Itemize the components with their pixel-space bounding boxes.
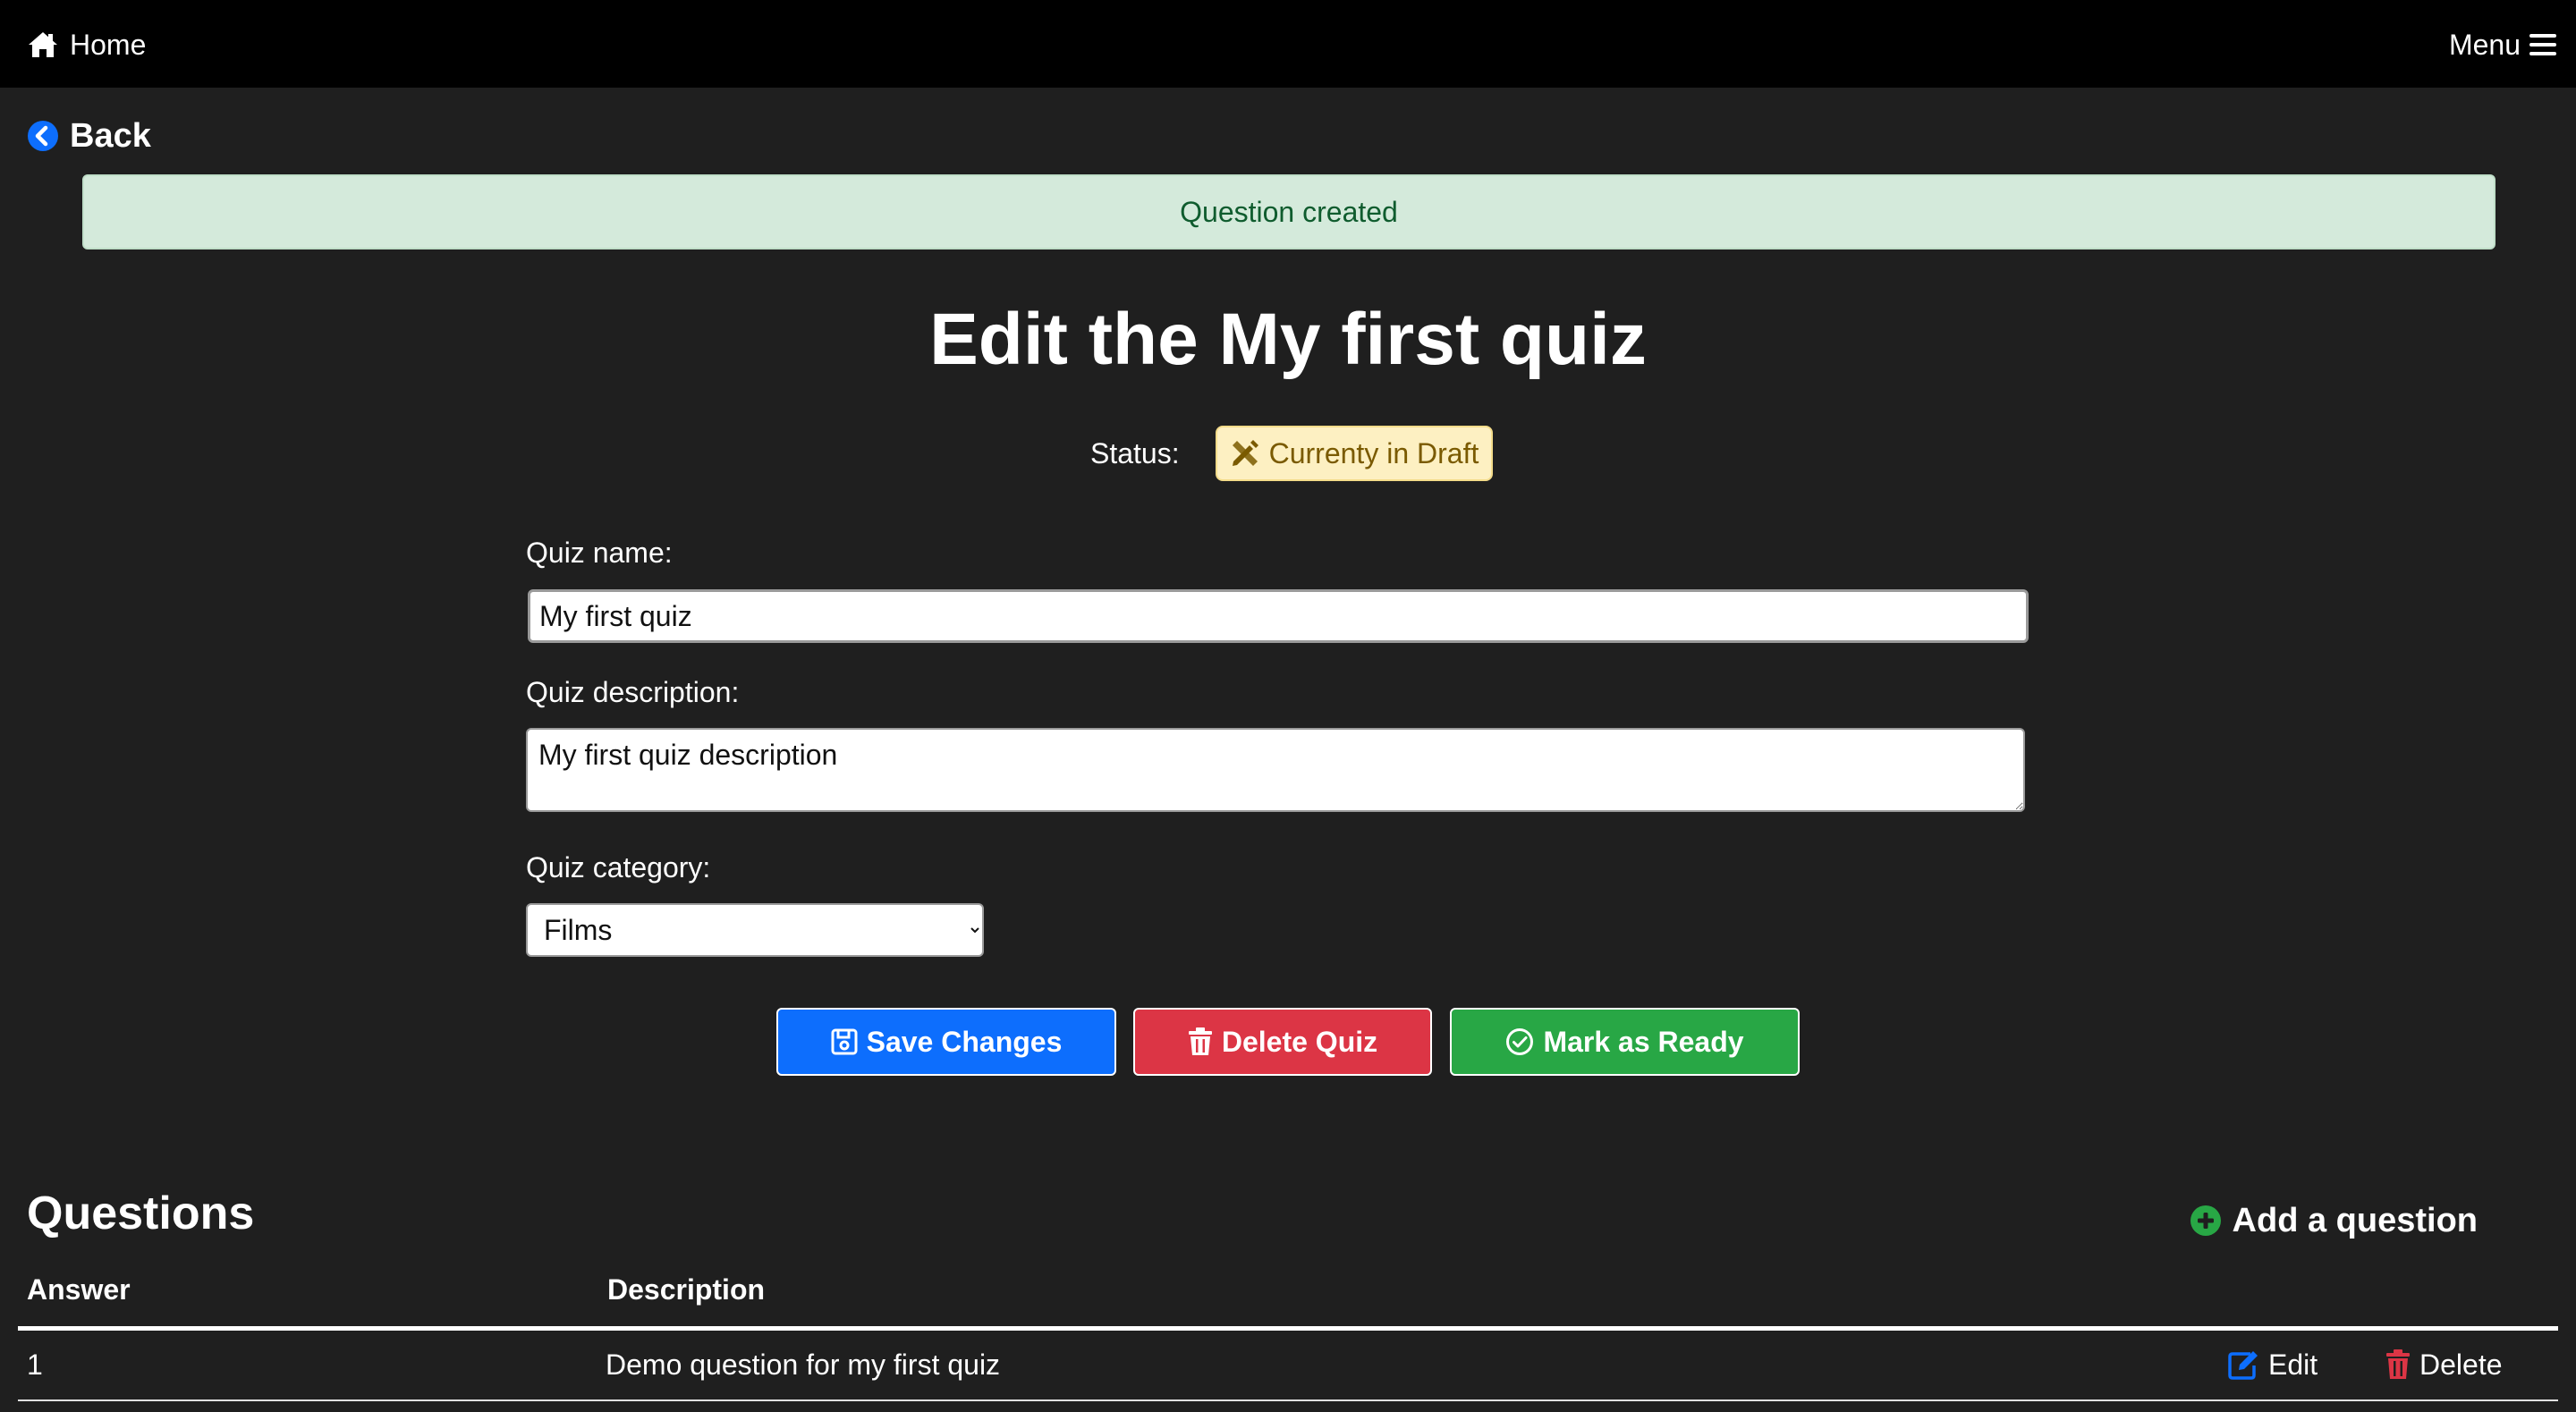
delete-label: Delete: [2419, 1348, 2503, 1381]
check-circle-icon: [1505, 1027, 1534, 1056]
save-changes-label: Save Changes: [866, 1025, 1063, 1058]
delete-quiz-label: Delete Quiz: [1221, 1025, 1378, 1058]
pencil-ruler-icon: [1230, 438, 1260, 469]
column-header-description: Description: [607, 1273, 766, 1306]
quiz-description-label: Quiz description:: [526, 676, 740, 708]
table-row-divider: [18, 1399, 2558, 1401]
back-link[interactable]: Back: [27, 114, 151, 157]
add-question-link[interactable]: Add a question: [2190, 1200, 2478, 1241]
trash-icon: [1188, 1027, 1213, 1056]
save-changes-button[interactable]: Save Changes: [776, 1008, 1116, 1076]
quiz-category-select[interactable]: Films: [526, 903, 984, 957]
questions-heading: Questions: [27, 1188, 255, 1239]
edit-question-link[interactable]: Edit: [2227, 1345, 2318, 1384]
column-header-answer: Answer: [27, 1273, 131, 1306]
delete-question-link[interactable]: Delete: [2385, 1345, 2503, 1384]
top-navbar: Home Menu: [0, 0, 2576, 88]
status-label: Status:: [1090, 436, 1180, 469]
status-badge-label: Currenty in Draft: [1268, 436, 1479, 469]
menu-toggle[interactable]: Menu: [2449, 25, 2556, 64]
mark-as-ready-button[interactable]: Mark as Ready: [1450, 1008, 1800, 1076]
home-label: Home: [70, 28, 147, 61]
row-answer: 1: [27, 1349, 43, 1381]
home-icon: [27, 30, 59, 59]
edit-label: Edit: [2268, 1348, 2318, 1381]
plus-circle-icon: [2190, 1205, 2222, 1237]
add-question-label: Add a question: [2232, 1201, 2478, 1239]
quiz-name-label: Quiz name:: [526, 537, 673, 569]
mark-as-ready-label: Mark as Ready: [1543, 1025, 1744, 1058]
home-link[interactable]: Home: [27, 25, 146, 64]
menu-label: Menu: [2448, 28, 2521, 61]
page-title: Edit the My first quiz: [929, 299, 1647, 380]
chevron-circle-left-icon: [27, 120, 59, 152]
status-badge: Currenty in Draft: [1215, 426, 1494, 481]
row-description: Demo question for my first quiz: [606, 1349, 1001, 1381]
quiz-category-label: Quiz category:: [526, 851, 711, 884]
quiz-name-input[interactable]: [528, 589, 2029, 643]
success-alert: Question created: [82, 174, 2496, 249]
floppy-disk-icon: [831, 1028, 858, 1055]
status-row: Status: Currenty in Draft: [1090, 426, 1494, 481]
back-label: Back: [70, 116, 151, 155]
edit-icon: [2227, 1349, 2259, 1380]
trash-icon: [2385, 1349, 2411, 1380]
delete-quiz-button[interactable]: Delete Quiz: [1133, 1008, 1432, 1076]
quiz-description-input[interactable]: My first quiz description: [526, 728, 2025, 812]
table-header-divider: [18, 1326, 2558, 1331]
hamburger-icon: [2529, 32, 2556, 57]
